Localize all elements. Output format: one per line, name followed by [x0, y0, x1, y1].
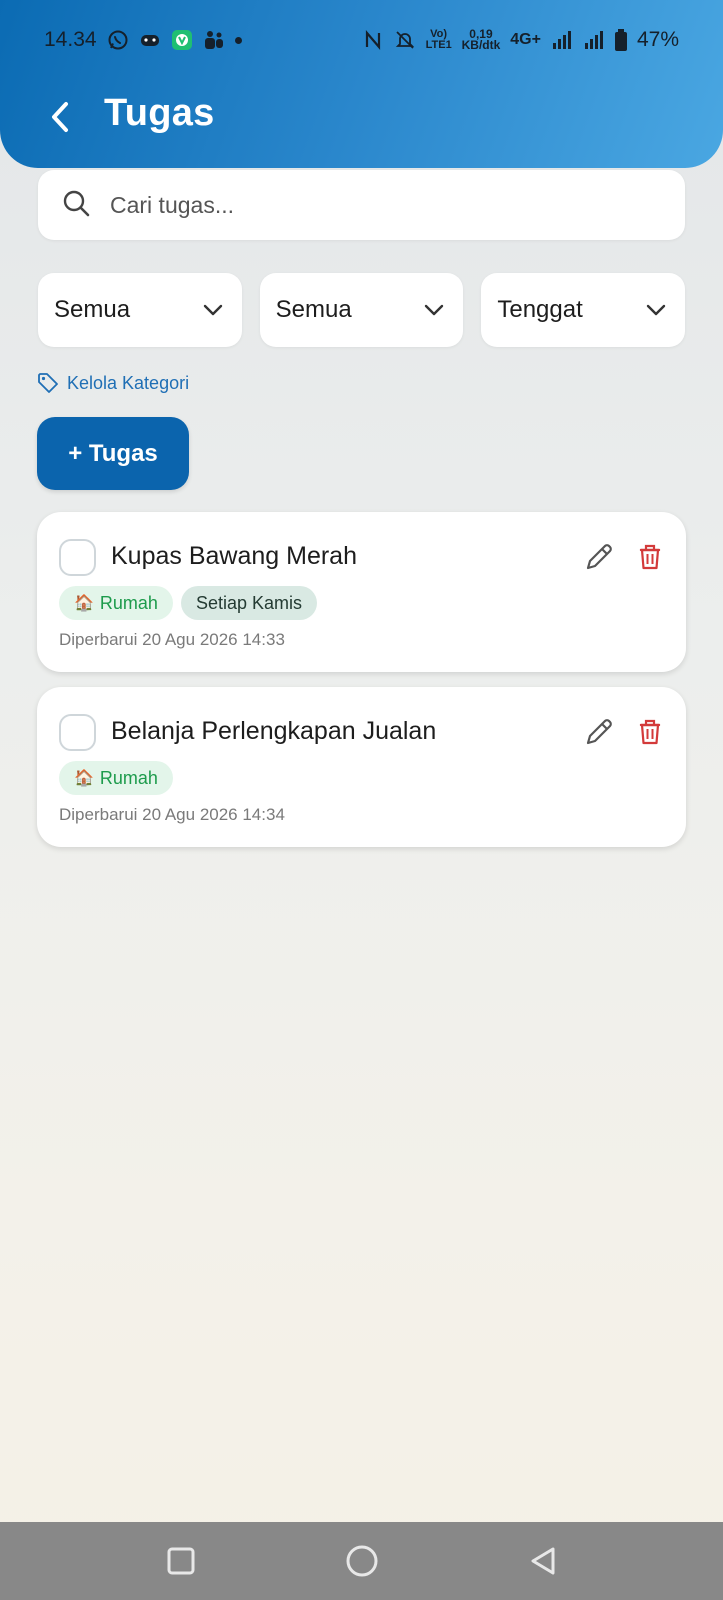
bell-muted-icon: [394, 29, 416, 51]
network-speed-unit: KB/dtk: [461, 38, 501, 52]
search-input[interactable]: [110, 191, 650, 219]
delete-button[interactable]: [633, 715, 667, 749]
recurrence-tag: Setiap Kamis: [180, 586, 318, 620]
back-button[interactable]: [40, 95, 80, 139]
task-checkbox[interactable]: [59, 714, 96, 751]
search-bar[interactable]: [38, 170, 685, 240]
task-title: Belanja Perlengkapan Jualan: [111, 717, 437, 745]
task-tags: 🏠 Rumah: [59, 761, 173, 795]
volte-label: Vo) LTE1: [425, 28, 452, 51]
edit-button[interactable]: [582, 540, 616, 574]
signal-2-icon: [583, 29, 605, 51]
chevron-left-icon: [52, 102, 68, 132]
filter-row: Semua Semua Tenggat: [38, 273, 686, 347]
game-controller-icon: [139, 29, 161, 51]
triangle-back-icon: [531, 1547, 554, 1575]
chevron-down-icon: [203, 304, 222, 316]
category-tag: 🏠 Rumah: [59, 586, 173, 620]
search-icon: [62, 189, 90, 222]
category-tag: 🏠 Rumah: [59, 761, 173, 795]
back-nav-button[interactable]: [518, 1536, 568, 1586]
trash-icon: [639, 544, 661, 570]
house-icon: 🏠: [74, 770, 94, 787]
whatsapp-icon: [107, 29, 129, 51]
task-updated: Diperbarui 20 Agu 2026 14:34: [59, 805, 285, 824]
nfc-icon: [362, 29, 384, 51]
task-title: Kupas Bawang Merah: [111, 542, 357, 570]
battery-icon: [614, 29, 627, 51]
house-icon: 🏠: [74, 595, 94, 612]
teams-icon: [203, 29, 225, 51]
task-card: Kupas Bawang Merah 🏠 Rumah Setiap Kamis …: [37, 512, 686, 672]
chevron-down-icon: [646, 304, 666, 316]
status-time: 14.34: [44, 28, 97, 51]
status-right: Vo) LTE1 0,19 KB/dtk 4G+ 47%: [362, 28, 679, 52]
category-tag-label: Rumah: [99, 767, 158, 788]
filter-label: Semua: [54, 296, 131, 323]
filter-status-dropdown[interactable]: Semua: [38, 273, 242, 347]
network-type: 4G+: [510, 31, 541, 48]
pencil-icon: [586, 544, 612, 570]
filter-sort-dropdown[interactable]: Tenggat: [481, 273, 686, 347]
status-left: 14.34: [44, 28, 242, 52]
network-speed: 0,19 KB/dtk: [461, 28, 501, 52]
filter-category-dropdown[interactable]: Semua: [259, 273, 464, 347]
square-icon: [167, 1547, 194, 1575]
home-button[interactable]: [337, 1536, 387, 1586]
battery-level: 47%: [636, 28, 679, 51]
manage-categories-link[interactable]: Kelola Kategori: [37, 372, 189, 394]
app-v-icon: [171, 29, 193, 51]
filter-label: Semua: [275, 296, 352, 323]
delete-button[interactable]: [633, 540, 667, 574]
category-tag-label: Rumah: [99, 592, 158, 613]
tag-icon: [38, 373, 58, 393]
task-checkbox[interactable]: [59, 539, 96, 576]
system-nav-bar: [0, 1522, 723, 1600]
add-task-button[interactable]: + Tugas: [37, 417, 189, 490]
page-title: Tugas: [104, 92, 215, 134]
pencil-icon: [586, 719, 612, 745]
chevron-down-icon: [425, 304, 444, 316]
signal-1-icon: [551, 29, 573, 51]
task-tags: 🏠 Rumah Setiap Kamis: [59, 586, 318, 620]
trash-icon: [639, 719, 661, 745]
circle-icon: [346, 1545, 377, 1577]
recents-button[interactable]: [156, 1536, 206, 1586]
task-updated: Diperbarui 20 Agu 2026 14:33: [59, 630, 285, 649]
status-bar: 14.34 Vo) LTE1 0,19 KB/dtk 4G+ 47%: [0, 22, 723, 58]
filter-label: Tenggat: [497, 296, 583, 323]
task-card: Belanja Perlengkapan Jualan 🏠 Rumah Dipe…: [37, 687, 686, 847]
edit-button[interactable]: [582, 715, 616, 749]
notification-dot-icon: [234, 36, 242, 44]
manage-categories-label: Kelola Kategori: [67, 372, 190, 393]
app-header: 14.34 Vo) LTE1 0,19 KB/dtk 4G+ 47% Tugas: [0, 0, 723, 168]
